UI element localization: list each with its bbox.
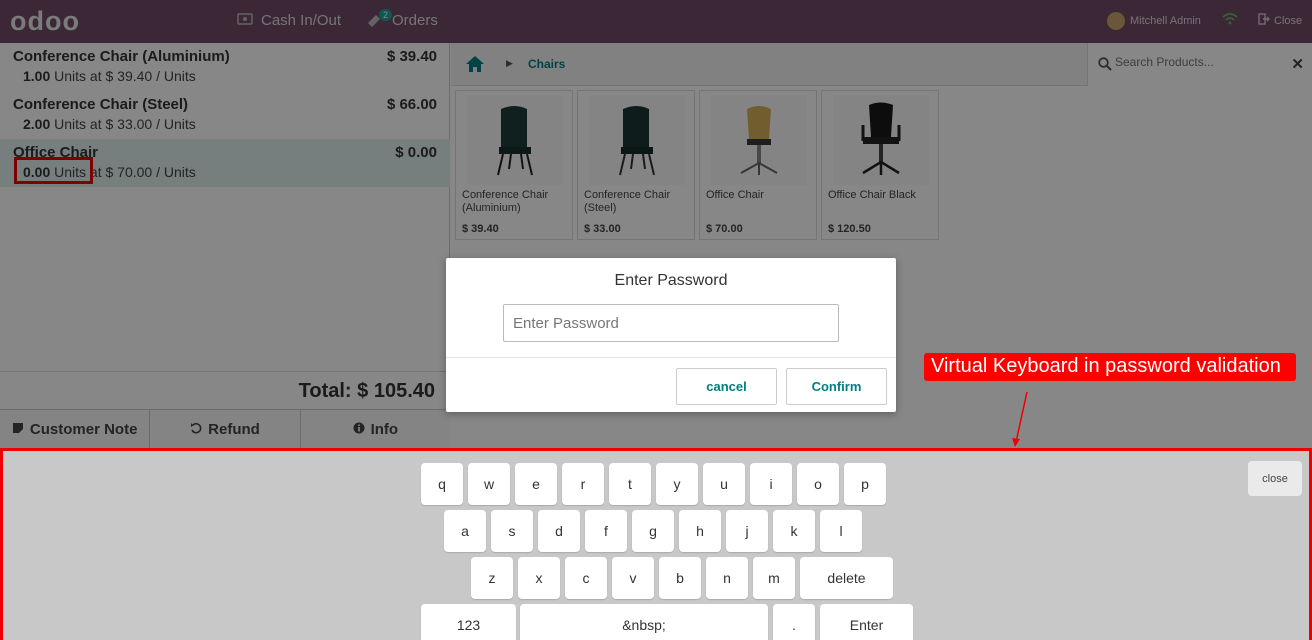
key-t[interactable]: t (609, 463, 651, 505)
annotation-arrow-icon (1012, 391, 1028, 447)
confirm-button[interactable]: Confirm (786, 368, 887, 405)
key-b[interactable]: b (659, 557, 701, 599)
dialog-footer: cancel Confirm (446, 357, 896, 412)
key-delete[interactable]: delete (800, 557, 893, 599)
key-i[interactable]: i (750, 463, 792, 505)
key-r[interactable]: r (562, 463, 604, 505)
cancel-button[interactable]: cancel (676, 368, 777, 405)
key-l[interactable]: l (820, 510, 862, 552)
pos-screen: { "topbar": { "logo": "odoo", "cash_labe… (0, 0, 1312, 640)
key-dot[interactable]: . (773, 604, 815, 640)
key-y[interactable]: y (656, 463, 698, 505)
key-a[interactable]: a (444, 510, 486, 552)
key-n[interactable]: n (706, 557, 748, 599)
dialog-title: Enter Password (614, 272, 728, 289)
key-k[interactable]: k (773, 510, 815, 552)
key-j[interactable]: j (726, 510, 768, 552)
key-f[interactable]: f (585, 510, 627, 552)
key-s[interactable]: s (491, 510, 533, 552)
keyboard-close-button[interactable]: close (1248, 461, 1302, 496)
key-m[interactable]: m (753, 557, 795, 599)
password-dialog: Enter Password cancel Confirm (446, 258, 896, 412)
key-c[interactable]: c (565, 557, 607, 599)
key-z[interactable]: z (471, 557, 513, 599)
key-u[interactable]: u (703, 463, 745, 505)
annotation-label: Virtual Keyboard in password validation (924, 353, 1296, 381)
key-space[interactable]: &nbsp; (520, 604, 768, 640)
key-p[interactable]: p (844, 463, 886, 505)
key-w[interactable]: w (468, 463, 510, 505)
key-numbers[interactable]: 123 (421, 604, 516, 640)
key-v[interactable]: v (612, 557, 654, 599)
password-input[interactable] (503, 304, 839, 342)
key-e[interactable]: e (515, 463, 557, 505)
key-q[interactable]: q (421, 463, 463, 505)
virtual-keyboard: close q w e r t y u i o p a s d f g h j … (0, 448, 1312, 640)
key-h[interactable]: h (679, 510, 721, 552)
key-x[interactable]: x (518, 557, 560, 599)
key-g[interactable]: g (632, 510, 674, 552)
key-o[interactable]: o (797, 463, 839, 505)
key-enter[interactable]: Enter (820, 604, 913, 640)
key-d[interactable]: d (538, 510, 580, 552)
